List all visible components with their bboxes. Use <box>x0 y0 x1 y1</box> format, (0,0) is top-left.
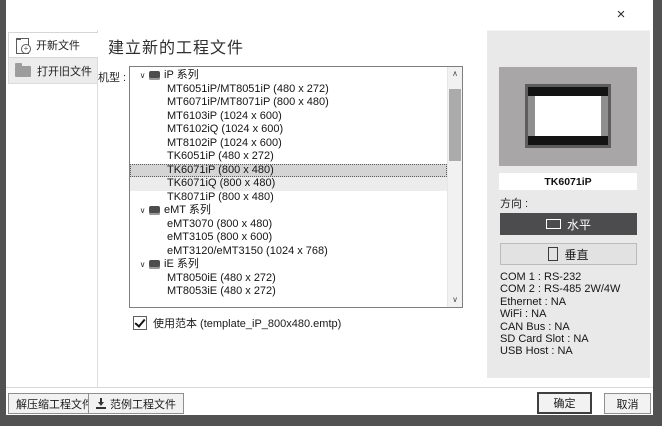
chevron-down-icon: ∨ <box>139 260 146 269</box>
model-tree-row-label: MT6103iP (1024 x 600) <box>167 109 282 122</box>
model-tree-row-label: iP 系列 <box>164 69 199 81</box>
portrait-icon <box>548 247 559 261</box>
example-project-button[interactable]: 范例工程文件 <box>88 393 184 414</box>
model-tree-row[interactable]: ∨ iP 系列 <box>130 69 447 83</box>
model-tree-row-label: iE 系列 <box>164 258 199 270</box>
device-series-icon <box>149 71 160 81</box>
model-tree-row-label: MT6102iQ (1024 x 600) <box>167 123 284 135</box>
model-tree-row[interactable]: ∨ MT6051iP/MT8051iP (480 x 272) <box>130 83 447 97</box>
download-icon <box>96 398 106 409</box>
use-template-checkbox[interactable] <box>133 316 147 330</box>
model-tree-row-label: TK6071iP (800 x 480) <box>167 163 274 176</box>
orientation-horizontal-button[interactable]: 水平 <box>500 213 637 235</box>
example-project-label: 范例工程文件 <box>110 398 176 411</box>
model-tree-row-label: MT8050iE (480 x 272) <box>167 271 276 284</box>
orientation-vertical-button[interactable]: 垂直 <box>500 243 637 265</box>
sidebar-item-label: 打开旧文件 <box>37 65 92 78</box>
model-tree-row-label: MT6051iP/MT8051iP (480 x 272) <box>167 82 329 95</box>
new-file-icon: + <box>15 37 31 54</box>
use-template-label: 使用范本 (template_iP_800x480.emtp) <box>153 318 342 330</box>
orientation-label: 方向 : <box>500 198 529 210</box>
model-tree-row[interactable]: ∨ eMT3120/eMT3150 (1024 x 768) <box>130 245 447 259</box>
port-info-line: USB Host : NA <box>500 345 573 358</box>
sidebar-item-label: 开新文件 <box>36 40 80 52</box>
cancel-label: 取消 <box>616 398 639 411</box>
model-tree-row-label: TK6071iQ (800 x 480) <box>167 177 276 189</box>
cancel-button[interactable]: 取消 <box>604 393 651 414</box>
model-tree-row[interactable]: ∨ MT8053iE (480 x 272) <box>130 285 447 299</box>
port-info-line: SD Card Slot : NA <box>500 333 589 346</box>
port-info-list: COM 1 : RS-232 COM 2 : RS-485 2W/4W Ethe… <box>500 271 620 358</box>
new-project-dialog: × + 开新文件 打开旧文件 建立新的工程文件 机型 : ∨ iP 系列 ∨ <box>0 0 662 426</box>
model-tree-row[interactable]: ∨ eMT3105 (800 x 600) <box>130 231 447 245</box>
window-edge-bottom <box>0 415 662 426</box>
model-tree-row-label: eMT3120/eMT3150 (1024 x 768) <box>167 244 328 257</box>
chevron-down-icon: ∨ <box>139 71 146 80</box>
model-tree-row[interactable]: ∨ TK6051iP (480 x 272) <box>130 150 447 164</box>
window-edge-right <box>653 0 662 426</box>
model-tree-row[interactable]: ∨ TK6071iQ (800 x 480) <box>130 177 447 191</box>
device-preview-image <box>499 67 637 166</box>
selected-model-name: TK6071iP <box>499 173 637 190</box>
model-tree-row-label: eMT 系列 <box>164 204 211 216</box>
model-tree-row-label: TK8071iP (800 x 480) <box>167 190 274 203</box>
model-info-panel: TK6071iP 方向 : 水平 垂直 COM 1 : RS-232 COM 2… <box>487 30 650 378</box>
port-info-line: Ethernet : NA <box>500 295 567 308</box>
model-tree-row-label: TK6051iP (480 x 272) <box>167 150 274 162</box>
landscape-icon <box>545 219 561 229</box>
model-tree-row[interactable]: ∨ MT8102iP (1024 x 600) <box>130 137 447 151</box>
sidebar-item-open-file[interactable]: 打开旧文件 <box>8 58 98 84</box>
use-template-row: 使用范本 (template_iP_800x480.emtp) <box>133 315 341 331</box>
open-folder-icon <box>15 62 31 78</box>
model-tree-row-label: MT8053iE (480 x 272) <box>167 285 276 297</box>
list-scrollbar[interactable]: ∧ ∨ <box>447 67 462 307</box>
ok-button[interactable]: 确定 <box>537 392 592 414</box>
model-tree: ∨ iP 系列 ∨ MT6051iP/MT8051iP (480 x 272) … <box>130 69 447 307</box>
scrollbar-thumb[interactable] <box>449 89 461 161</box>
port-info-line: CAN Bus : NA <box>500 320 570 333</box>
scroll-up-icon[interactable]: ∧ <box>448 67 462 81</box>
window-edge-left <box>0 0 6 426</box>
device-series-icon <box>149 260 160 270</box>
orientation-vertical-label: 垂直 <box>564 247 589 262</box>
model-tree-row-label: eMT3105 (800 x 600) <box>167 231 273 243</box>
orientation-horizontal-label: 水平 <box>566 217 591 232</box>
port-info-line: WiFi : NA <box>500 308 547 321</box>
port-info-line: COM 1 : RS-232 <box>500 271 582 283</box>
model-tree-row[interactable]: ∨ iE 系列 <box>130 258 447 272</box>
footer-separator <box>6 387 653 388</box>
model-tree-row[interactable]: ∨ MT6103iP (1024 x 600) <box>130 110 447 124</box>
device-series-icon <box>149 206 160 216</box>
model-tree-row[interactable]: ∨ MT6071iP/MT8071iP (800 x 480) <box>130 96 447 110</box>
close-icon[interactable]: × <box>610 3 632 25</box>
sidebar-item-new-file[interactable]: + 开新文件 <box>8 32 98 58</box>
model-tree-row[interactable]: ∨ TK6071iP (800 x 480) <box>130 163 447 177</box>
chevron-down-icon: ∨ <box>139 206 146 215</box>
model-tree-row-label: MT6071iP/MT8071iP (800 x 480) <box>167 96 329 108</box>
model-tree-row[interactable]: ∨ TK8071iP (800 x 480) <box>130 191 447 205</box>
model-tree-row-label: eMT3070 (800 x 480) <box>167 217 273 230</box>
model-tree-row[interactable]: ∨ eMT 系列 <box>130 204 447 218</box>
model-listbox: ∨ iP 系列 ∨ MT6051iP/MT8051iP (480 x 272) … <box>129 66 463 308</box>
model-tree-row[interactable]: ∨ MT6102iQ (1024 x 600) <box>130 123 447 137</box>
page-title: 建立新的工程文件 <box>108 40 245 57</box>
model-tree-row-label: MT8102iP (1024 x 600) <box>167 136 282 149</box>
scroll-down-icon[interactable]: ∨ <box>448 293 462 307</box>
model-list-label: 机型 : <box>98 72 127 84</box>
hmi-device-graphic <box>525 84 611 148</box>
decompress-project-label: 解压缩工程文件 <box>16 398 93 411</box>
port-info-line: COM 2 : RS-485 2W/4W <box>500 283 621 296</box>
model-tree-row[interactable]: ∨ eMT3070 (800 x 480) <box>130 218 447 232</box>
ok-label: 确定 <box>553 398 576 410</box>
model-tree-row[interactable]: ∨ MT8050iE (480 x 272) <box>130 272 447 286</box>
